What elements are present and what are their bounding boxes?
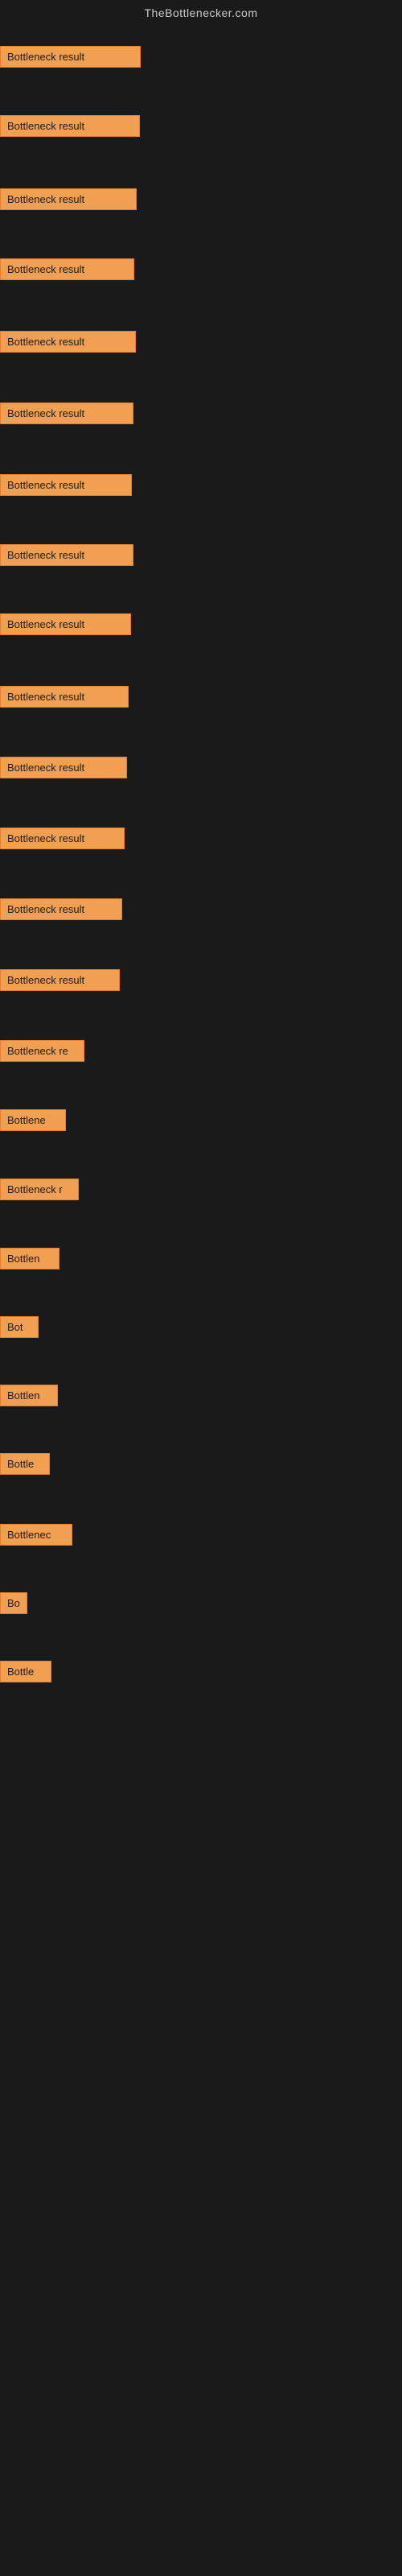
bottleneck-result-item[interactable]: Bottleneck result xyxy=(0,686,129,708)
bottleneck-result-item[interactable]: Bottleneck result xyxy=(0,331,136,353)
bottleneck-result-item[interactable]: Bottlen xyxy=(0,1385,58,1406)
bottleneck-result-item[interactable]: Bottleneck result xyxy=(0,898,122,920)
bottleneck-result-item[interactable]: Bottleneck result xyxy=(0,402,133,424)
bottleneck-result-item[interactable]: Bottleneck result xyxy=(0,757,127,778)
site-title: TheBottlenecker.com xyxy=(0,0,402,23)
bottleneck-result-item[interactable]: Bottleneck result xyxy=(0,544,133,566)
bottleneck-result-item[interactable]: Bottleneck re xyxy=(0,1040,84,1062)
bottleneck-result-item[interactable]: Bottleneck result xyxy=(0,46,141,68)
bottleneck-result-item[interactable]: Bottleneck r xyxy=(0,1179,79,1200)
bottleneck-result-item[interactable]: Bottle xyxy=(0,1453,50,1475)
bottleneck-result-item[interactable]: Bottlen xyxy=(0,1248,59,1269)
bottleneck-result-item[interactable]: Bottle xyxy=(0,1661,51,1682)
bottleneck-result-item[interactable]: Bot xyxy=(0,1316,39,1338)
bottleneck-result-item[interactable]: Bottleneck result xyxy=(0,828,125,849)
bottleneck-result-item[interactable]: Bottleneck result xyxy=(0,188,137,210)
bottleneck-result-item[interactable]: Bottlenec xyxy=(0,1524,72,1546)
bottleneck-result-item[interactable]: Bo xyxy=(0,1592,27,1614)
bottleneck-result-item[interactable]: Bottleneck result xyxy=(0,258,134,280)
bottleneck-result-item[interactable]: Bottleneck result xyxy=(0,969,120,991)
bottleneck-result-item[interactable]: Bottlene xyxy=(0,1109,66,1131)
bottleneck-result-item[interactable]: Bottleneck result xyxy=(0,613,131,635)
bottleneck-result-item[interactable]: Bottleneck result xyxy=(0,115,140,137)
bottleneck-result-item[interactable]: Bottleneck result xyxy=(0,474,132,496)
